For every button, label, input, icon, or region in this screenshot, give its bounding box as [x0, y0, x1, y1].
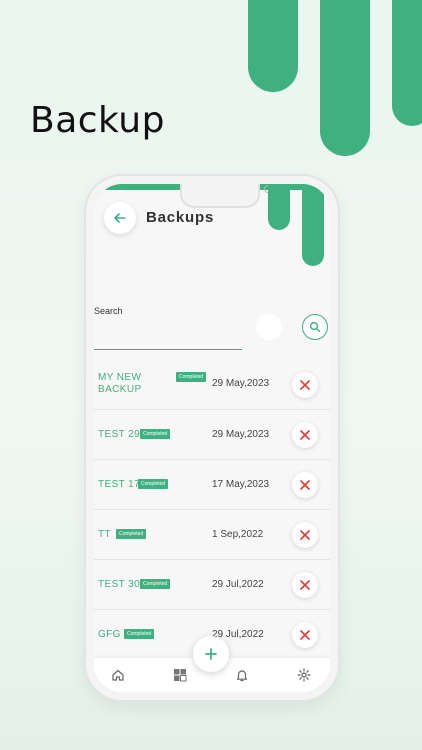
dashboard-icon	[174, 669, 187, 682]
backup-date: 29 May,2023	[212, 429, 270, 440]
delete-button[interactable]	[292, 472, 318, 498]
gear-icon	[297, 668, 311, 682]
backup-row: TT Completed 1 Sep,2022	[94, 510, 330, 560]
search-button[interactable]	[302, 314, 328, 340]
delete-button[interactable]	[292, 572, 318, 598]
backup-date: 29 May,2023	[212, 378, 270, 389]
arrow-left-icon	[114, 213, 126, 223]
nav-home[interactable]	[109, 666, 127, 684]
backup-row: MY NEW BACKUP Completed 29 May,2023	[94, 360, 330, 410]
back-button[interactable]	[104, 202, 136, 234]
backup-name: MY NEW BACKUP	[98, 372, 142, 395]
backup-date: 17 May,2023	[212, 479, 270, 490]
phone-frame: Backups Search MY NEW BACKUP Completed 2…	[86, 176, 338, 700]
delete-button[interactable]	[292, 422, 318, 448]
page-title: Backups	[146, 209, 215, 226]
nav-dashboard[interactable]	[171, 666, 189, 684]
search-input[interactable]	[94, 349, 242, 350]
close-icon	[300, 630, 310, 640]
backup-name: TEST 29	[98, 429, 141, 440]
status-badge: Completed	[176, 372, 207, 382]
phone-notch	[180, 184, 272, 208]
screen-decor-bar-2	[302, 184, 324, 266]
close-icon	[300, 480, 310, 490]
backup-date: 1 Sep,2022	[212, 529, 264, 540]
delete-button[interactable]	[292, 522, 318, 548]
promo-title: Backup	[30, 100, 165, 141]
backup-name: TEST 17	[98, 479, 141, 490]
home-icon	[112, 669, 124, 681]
backup-row: TEST 30 Completed 29 Jul,2022	[94, 560, 330, 610]
bell-icon	[236, 670, 248, 682]
close-icon	[300, 430, 310, 440]
decor-bar-3	[392, 0, 422, 126]
delete-button[interactable]	[292, 622, 318, 648]
close-icon	[300, 530, 310, 540]
screen-decor-bar-1	[268, 184, 290, 230]
backup-date: 29 Jul,2022	[212, 579, 264, 590]
delete-button[interactable]	[292, 372, 318, 398]
plus-icon	[205, 648, 217, 660]
backup-row: TEST 17 Completed 17 May,2023	[94, 460, 330, 510]
decor-bar-2	[320, 0, 370, 156]
backup-list: MY NEW BACKUP Completed 29 May,2023 TEST…	[94, 360, 330, 660]
status-badge: Completed	[116, 529, 147, 539]
status-badge: Completed	[140, 429, 171, 439]
app-screen: Backups Search MY NEW BACKUP Completed 2…	[94, 184, 330, 692]
nav-settings[interactable]	[295, 666, 313, 684]
nav-notifications[interactable]	[233, 666, 251, 684]
backup-name: TEST 30	[98, 579, 141, 590]
search-icon	[309, 321, 321, 333]
status-badge: Completed	[140, 579, 171, 589]
status-badge: Completed	[124, 629, 155, 639]
decor-bar-1	[248, 0, 298, 92]
status-badge: Completed	[138, 479, 169, 489]
backup-name: GFG	[98, 629, 121, 640]
add-backup-button[interactable]	[193, 636, 229, 672]
backup-name: TT	[98, 529, 112, 540]
close-icon	[300, 380, 310, 390]
decor-circle	[256, 314, 282, 340]
backup-row: TEST 29 Completed 29 May,2023	[94, 410, 330, 460]
search-label: Search	[94, 306, 123, 316]
close-icon	[300, 580, 310, 590]
